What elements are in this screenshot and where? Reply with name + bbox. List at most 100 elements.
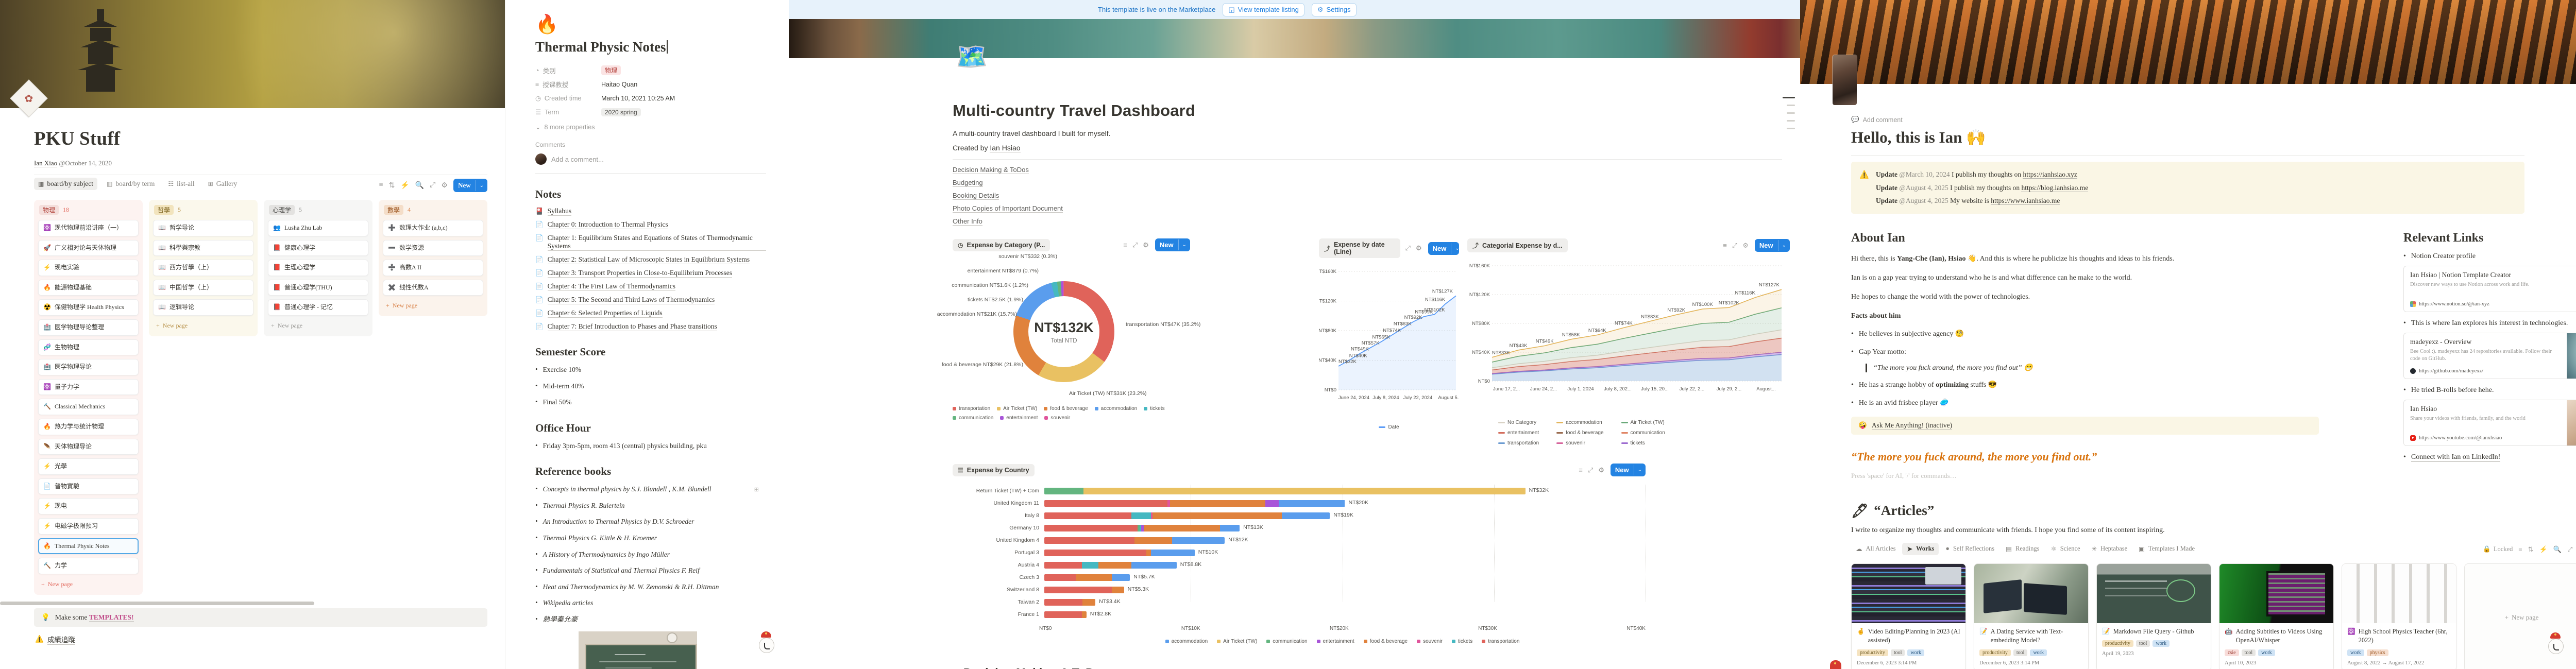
board-card[interactable]: ⚛️量子力学 — [38, 379, 139, 396]
board-card[interactable]: ⚛️现代物理前沿讲座（一） — [38, 220, 139, 236]
new-button[interactable]: New⌄ — [1155, 238, 1190, 251]
article-tab-heptabase[interactable]: ✳Heptabase — [2087, 543, 2132, 555]
section-link[interactable]: Decision Making & ToDos — [953, 166, 1790, 174]
chalkboard-photo[interactable] — [579, 631, 697, 669]
add-comment-row[interactable]: Add a comment... — [535, 153, 766, 165]
new-button[interactable]: New⌄ — [1755, 239, 1790, 252]
view-tab-board-by-term[interactable]: ▥board/by term — [103, 178, 159, 190]
article-card[interactable]: 📝A Dating Service with Text-embedding Mo… — [1974, 563, 2089, 669]
donut-chart[interactable]: NT$132K Total NTD transportationAir Tick… — [953, 251, 1190, 433]
article-card[interactable]: 🤖Adding Subtitles to Videos Using OpenAI… — [2219, 563, 2334, 669]
board-card[interactable]: 🔥热力学与统计物理 — [38, 419, 139, 435]
new-page-button[interactable]: +New page — [383, 299, 483, 312]
new-button[interactable]: New⌄ — [1611, 464, 1646, 476]
bar-stack[interactable] — [1044, 587, 1124, 593]
bar-stack[interactable] — [1044, 550, 1195, 556]
editor-placeholder[interactable]: Press 'space' for AI, '/' for commands… — [1851, 472, 2346, 480]
bar-stack[interactable] — [1044, 599, 1095, 606]
link-preview-card[interactable]: Ian HsiaoShare your videos with friends,… — [2403, 400, 2576, 446]
article-card[interactable]: 🤞Video Editing/Planning in 2023 (AI assi… — [1851, 563, 1966, 669]
line-chart[interactable]: NT$0NT$40KNT$80KNT$120KNT$160KNT$32KNT$4… — [1319, 262, 1459, 419]
more-properties-button[interactable]: ⌄8 more properties — [535, 123, 766, 131]
update-link[interactable]: https://www.ianhsiao.me — [1991, 197, 2060, 205]
expand-icon[interactable]: ⤢ — [2567, 545, 2572, 554]
bar-stack[interactable] — [1044, 574, 1130, 581]
board-card[interactable]: 🏥医学物理导论 — [38, 359, 139, 375]
bar-stack[interactable] — [1044, 525, 1240, 531]
horizontal-scrollbar[interactable] — [0, 602, 314, 605]
bar-stack[interactable] — [1044, 500, 1345, 507]
board-card[interactable]: ⚡光學 — [38, 458, 139, 475]
article-tab-all-articles[interactable]: ☁All Articles — [1851, 543, 1900, 555]
settings-icon[interactable]: ⚙ — [1742, 242, 1749, 250]
board-card[interactable]: ☢️保健物理学 Health Physics — [38, 299, 139, 316]
column-name-chip[interactable]: 數學 — [384, 205, 403, 215]
page-link-chapter[interactable]: 📄Chapter 3: Transport Properties in Clos… — [535, 269, 766, 278]
board-card[interactable]: ⚡电磁学极限预习 — [38, 518, 139, 535]
bar-stack[interactable] — [1044, 611, 1087, 618]
page-icon-fire[interactable]: 🔥 — [535, 13, 766, 35]
board-card[interactable]: 📖中国哲学（上） — [153, 280, 253, 296]
board-card[interactable]: ✖️线性代数A — [383, 280, 483, 296]
expand-icon[interactable]: ⤢ — [1405, 244, 1411, 252]
settings-icon[interactable]: ⚙ — [1416, 244, 1422, 252]
board-card[interactable]: 🔥Thermal Physic Notes — [38, 538, 139, 555]
filter-icon[interactable]: ≡ — [2518, 545, 2522, 554]
filter-icon[interactable]: ≡ — [1723, 242, 1727, 249]
board-card[interactable]: 👥Lusha Zhu Lab — [268, 220, 368, 236]
property-label[interactable]: ◷Created time — [535, 94, 601, 102]
column-name-chip[interactable]: 哲學 — [154, 205, 174, 215]
property-label[interactable]: ☰Term — [535, 108, 601, 116]
new-button[interactable]: New⌄ — [1428, 242, 1459, 255]
lightning-icon[interactable]: ⚡ — [400, 181, 409, 190]
expand-icon[interactable]: ⤢ — [1732, 242, 1737, 250]
sort-icon[interactable]: ⇅ — [2528, 545, 2534, 554]
view-tab-gallery[interactable]: ⊞Gallery — [204, 178, 242, 190]
page-link-chapter[interactable]: 📄Chapter 5: The Second and Third Laws of… — [535, 296, 766, 304]
grade-tracking-link[interactable]: ⚠️ 成績追蹤 — [35, 634, 487, 645]
bar-stack[interactable] — [1044, 537, 1225, 544]
section-link[interactable]: Booking Details — [953, 192, 1790, 199]
board-card[interactable]: 📕生理心理学 — [268, 260, 368, 276]
column-name-chip[interactable]: 心理学 — [269, 205, 295, 215]
bar-stack[interactable] — [1044, 562, 1177, 569]
new-button[interactable]: New⌄ — [453, 179, 487, 192]
bar-stack[interactable] — [1044, 488, 1526, 494]
property-value[interactable]: 物理 — [601, 65, 621, 75]
board-card[interactable]: ⚡现电 — [38, 498, 139, 514]
page-link-chapter[interactable]: 📄Chapter 6: Selected Properties of Liqui… — [535, 309, 766, 318]
board-card[interactable]: 🧬生物物理 — [38, 339, 139, 356]
board-card[interactable]: 📖西方哲學（上） — [153, 260, 253, 276]
board-card[interactable]: ➖数学资源 — [383, 240, 483, 256]
locked-toggle[interactable]: 🔒Locked — [2483, 545, 2513, 553]
property-value[interactable]: 2020 spring — [601, 108, 641, 116]
page-icon-map[interactable]: 🗺️ — [956, 44, 988, 70]
article-tab-self-reflections[interactable]: ●Self Reflections — [1941, 543, 1999, 555]
board-card[interactable]: 📄普物實驗 — [38, 478, 139, 495]
page-link-chapter[interactable]: 📄Chapter 2: Statistical Law of Microscop… — [535, 255, 766, 264]
search-icon[interactable]: 🔍 — [2553, 545, 2562, 554]
relevant-link-text[interactable]: Connect with Ian on LinkedIn! — [2411, 453, 2500, 462]
settings-icon[interactable]: ⚙ — [442, 181, 448, 190]
expand-icon[interactable]: ⤢ — [430, 181, 435, 190]
column-name-chip[interactable]: 物理 — [39, 205, 59, 215]
property-value[interactable]: March 10, 2021 10:25 AM — [601, 95, 675, 102]
sort-icon[interactable]: ⇅ — [389, 181, 395, 190]
author-mascot-badge[interactable] — [759, 631, 774, 653]
page-link-chapter[interactable]: 📄Chapter 4: The First Law of Thermodynam… — [535, 282, 766, 291]
board-card[interactable]: 📖科學與宗教 — [153, 240, 253, 256]
article-card[interactable]: ⚛️High School Physics Teacher (6hr, 2022… — [2342, 563, 2456, 669]
board-card[interactable]: 📖哲学导论 — [153, 220, 253, 236]
board-card[interactable]: ⚡现电实验 — [38, 260, 139, 276]
filter-icon[interactable]: ≡ — [379, 181, 383, 190]
author-link[interactable]: Ian Xiao — [34, 159, 57, 167]
ama-callout[interactable]: 🤪 Ask Me Anything! (inactive) — [1851, 417, 2319, 435]
article-tab-science[interactable]: ⚛Science — [2046, 543, 2085, 555]
board-card[interactable]: 📕普通心理学 - 记忆 — [268, 299, 368, 316]
page-link-chapter[interactable]: 📄Chapter 1: Equilibrium States and Equat… — [535, 234, 766, 251]
search-icon[interactable]: 🔍 — [415, 181, 424, 190]
comment-input-placeholder[interactable]: Add a comment... — [551, 156, 604, 163]
board-card[interactable]: 🚀广义相对论与天体物理 — [38, 240, 139, 256]
board-card[interactable]: ➕数理大作业 (a,b,c) — [383, 220, 483, 236]
board-card[interactable]: 🏥医学物理导论整理 — [38, 319, 139, 336]
